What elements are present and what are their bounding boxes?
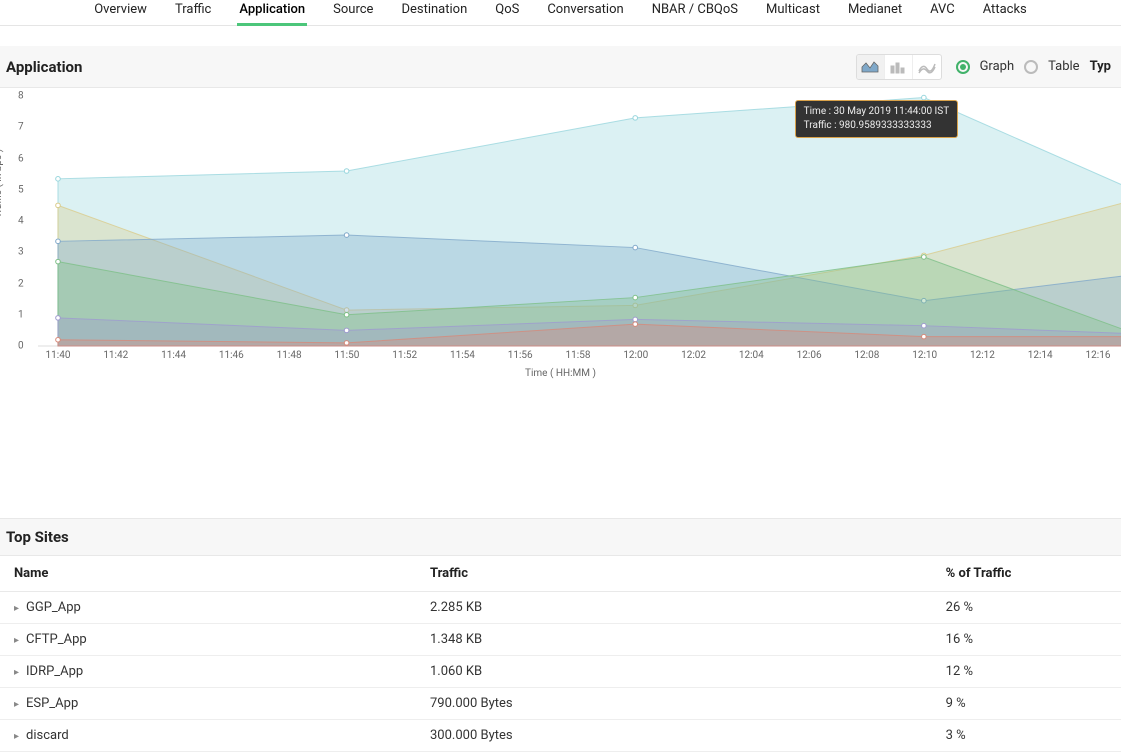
cell-traffic: 1.348 KB [426,624,942,656]
cell-traffic: 790.000 Bytes [426,688,942,720]
expand-icon[interactable]: ▸ [14,699,22,710]
nav-tab-conversation[interactable]: Conversation [547,0,623,25]
x-axis-label: Time ( HH:MM ) [0,368,1121,379]
x-tick: 12:06 [797,350,822,361]
cell-pct: 16 % [942,624,1121,656]
cell-name: ▸CFTP_App [0,624,426,656]
y-tick: 6 [18,153,24,164]
cell-traffic: 300.000 Bytes [426,720,942,752]
cell-pct: 9 % [942,688,1121,720]
y-tick: 1 [18,309,24,320]
nav-tab-medianet[interactable]: Medianet [848,0,902,25]
cell-name: ▸discard [0,720,426,752]
cell-name: ▸GGP_App [0,592,426,624]
x-tick: 11:46 [219,350,244,361]
expand-icon[interactable]: ▸ [14,635,22,646]
panel-controls: Graph Table Typ [856,54,1111,80]
x-tick: 12:16 [1086,350,1111,361]
nav-tab-traffic[interactable]: Traffic [175,0,211,25]
cell-pct: 12 % [942,656,1121,688]
nav-tab-avc[interactable]: AVC [930,0,955,25]
table-row[interactable]: ▸IDRP_App1.060 KB12 % [0,656,1121,688]
cell-pct: 3 % [942,720,1121,752]
panel-header: Application Graph Table Typ [0,46,1121,88]
nav-tab-application[interactable]: Application [239,0,305,25]
tooltip-traffic: Traffic : 980.9589333333333 [804,120,932,131]
chart-tooltip: Time : 30 May 2019 11:44:00 IST Traffic … [795,100,959,138]
y-tick: 4 [18,216,24,227]
typ-label: Typ [1090,59,1111,74]
top-sites-title: Top Sites [6,528,69,546]
y-tick: 8 [18,91,24,102]
table-row[interactable]: ▸GGP_App2.285 KB26 % [0,592,1121,624]
area-chart-icon [861,60,879,74]
chart-type-line-button[interactable] [913,55,941,79]
panel-title: Application [6,58,82,76]
y-tick: 0 [18,341,24,352]
x-tick: 11:52 [392,350,417,361]
x-tick: 11:58 [566,350,591,361]
nav-tab-qos[interactable]: QoS [495,0,519,25]
top-nav: Overview Traffic Application Source Destinat… [0,0,1121,26]
nav-tab-destination[interactable]: Destination [401,0,467,25]
chart-area: Traffic ( in bps ) 0 1 2 3 4 5 6 7 8 Time : 30 M… [0,88,1121,388]
x-tick: 12:04 [739,350,764,361]
x-tick: 12:02 [681,350,706,361]
view-toggle: Graph Table Typ [956,59,1111,74]
view-graph-radio[interactable] [956,60,970,74]
nav-tab-overview[interactable]: Overview [94,0,147,25]
view-table-radio[interactable] [1024,60,1038,74]
y-axis-label: Traffic ( in bps ) [0,149,4,218]
cell-traffic: 2.285 KB [426,592,942,624]
view-graph-label: Graph [980,59,1015,74]
nav-tab-attacks[interactable]: Attacks [983,0,1027,25]
nav-tab-nbar-cbqos[interactable]: NBAR / CBQoS [652,0,738,25]
line-chart-icon [918,60,936,74]
top-sites-table: NameTraffic% of Traffic ▸GGP_App2.285 KB… [0,556,1121,752]
chart-type-area-button[interactable] [857,55,885,79]
expand-icon[interactable]: ▸ [14,603,22,614]
chart-type-switcher [856,54,942,80]
y-tick: 7 [18,122,24,133]
column-header[interactable]: Traffic [426,556,942,592]
x-tick: 11:54 [450,350,475,361]
x-tick: 11:48 [277,350,302,361]
bar-chart-icon [889,60,907,74]
x-tick: 12:12 [970,350,995,361]
x-tick: 11:40 [46,350,71,361]
x-tick: 12:10 [912,350,937,361]
cell-pct: 26 % [942,592,1121,624]
x-tick: 12:00 [623,350,648,361]
x-axis-ticks: 11:40 11:42 11:44 11:46 11:48 11:50 11:52 11:54… [38,350,1117,364]
nav-tab-multicast[interactable]: Multicast [766,0,820,25]
x-tick: 12:08 [854,350,879,361]
x-tick: 12:14 [1028,350,1053,361]
chart-plot[interactable]: Time : 30 May 2019 11:44:00 IST Traffic … [38,96,1117,346]
table-row[interactable]: ▸ESP_App790.000 Bytes9 % [0,688,1121,720]
nav-tab-source[interactable]: Source [333,0,373,25]
y-tick: 2 [18,278,24,289]
cell-name: ▸ESP_App [0,688,426,720]
chart-type-bar-button[interactable] [885,55,913,79]
table-row[interactable]: ▸discard300.000 Bytes3 % [0,720,1121,752]
cell-traffic: 1.060 KB [426,656,942,688]
y-tick: 3 [18,247,24,258]
view-table-label: Table [1048,59,1079,74]
column-header[interactable]: % of Traffic [942,556,1121,592]
cell-name: ▸IDRP_App [0,656,426,688]
top-sites-header: Top Sites [0,518,1121,556]
x-tick: 11:56 [508,350,533,361]
x-tick: 11:44 [161,350,186,361]
x-tick: 11:50 [334,350,359,361]
expand-icon[interactable]: ▸ [14,731,22,742]
table-row[interactable]: ▸CFTP_App1.348 KB16 % [0,624,1121,656]
x-tick: 11:42 [103,350,128,361]
tooltip-time: Time : 30 May 2019 11:44:00 IST [804,106,950,117]
y-tick: 5 [18,184,24,195]
column-header[interactable]: Name [0,556,426,592]
expand-icon[interactable]: ▸ [14,667,22,678]
